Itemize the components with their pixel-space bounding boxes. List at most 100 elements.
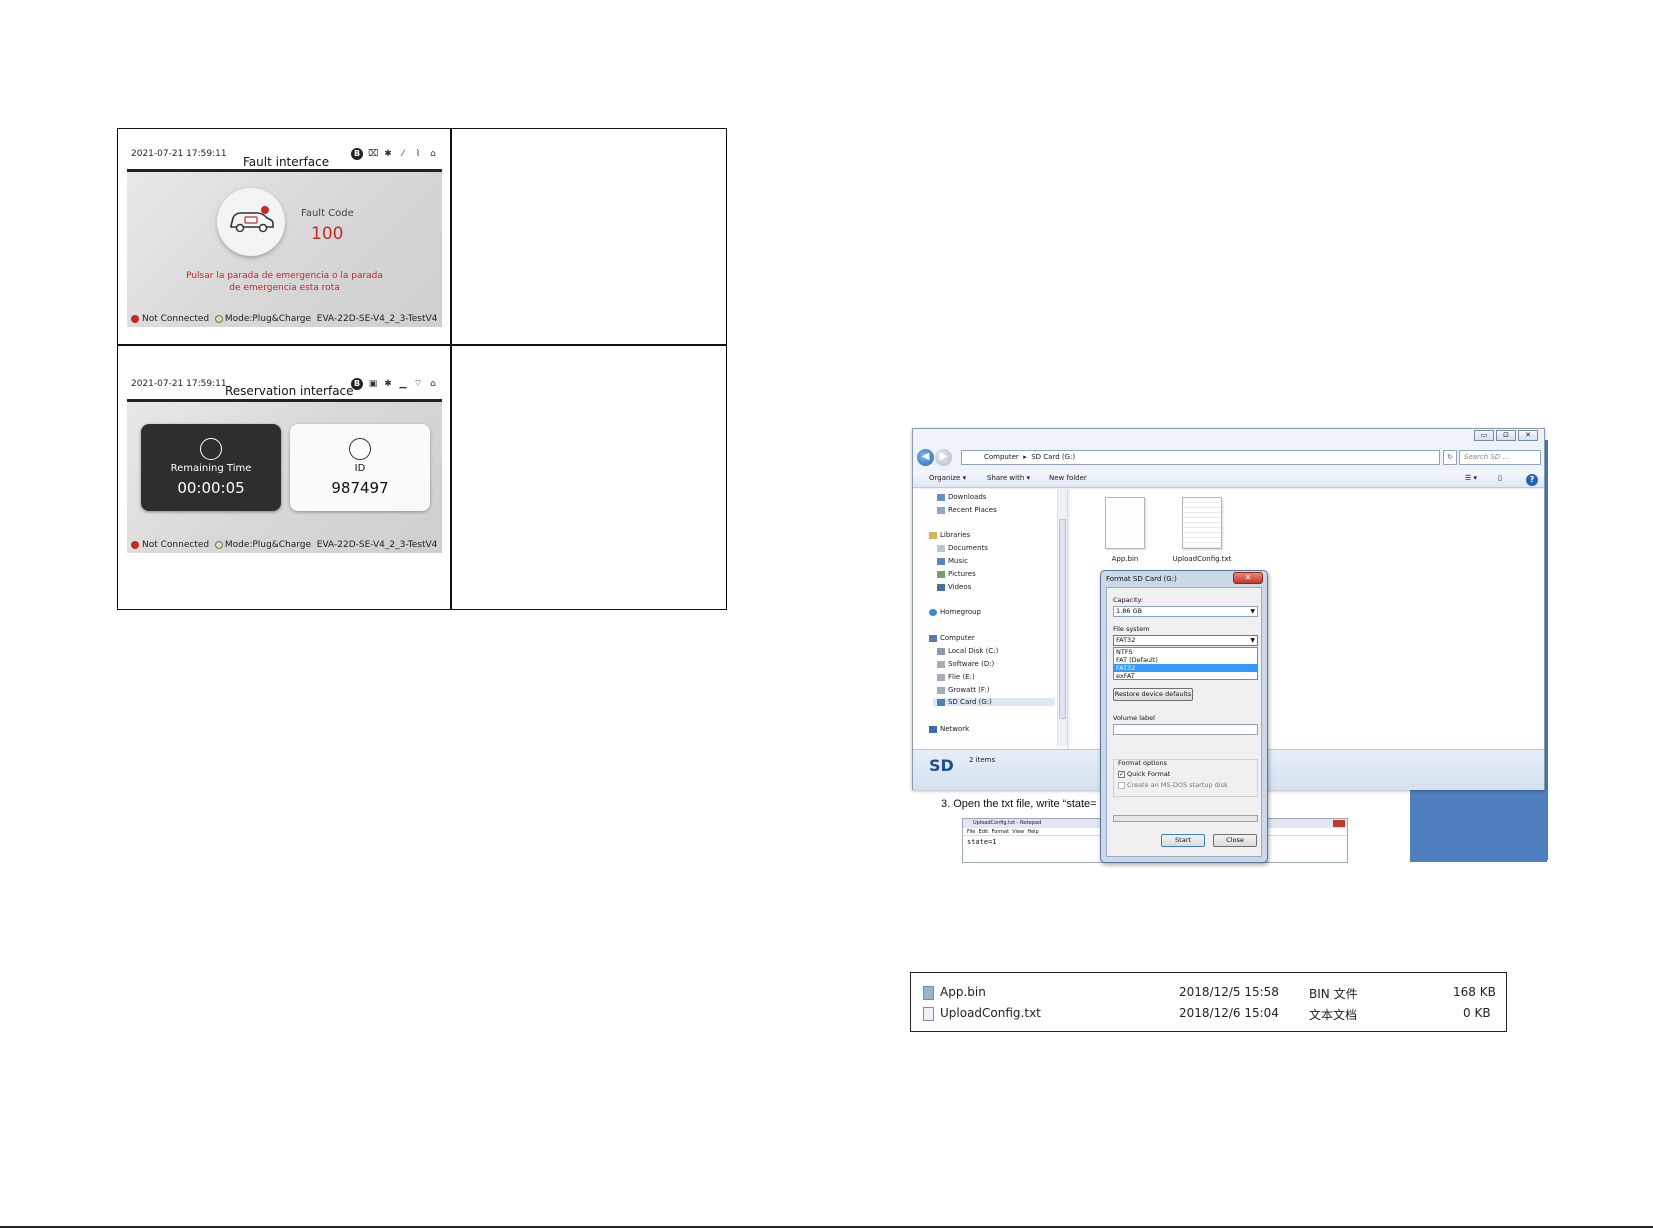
capacity-label: Capacity: [1113,596,1144,604]
file-item[interactable]: UploadConfig.txt [1167,497,1237,563]
nav-item-documents[interactable]: Documents [937,544,988,552]
preview-pane-icon[interactable]: ▯ [1498,474,1502,482]
recent-places-icon [937,506,945,514]
menu-view[interactable]: View [1012,829,1024,835]
volume-label-input[interactable] [1113,724,1258,735]
file-item[interactable]: App.bin [1095,497,1155,563]
file-list: App.bin 2018/12/5 15:58 BIN 文件 168 KB Up… [910,972,1507,1032]
file-date: 2018/12/6 15:04 [1179,1006,1279,1020]
close-icon[interactable] [1333,820,1345,827]
close-button[interactable]: Close [1213,834,1257,847]
restore-defaults-button[interactable]: Restore device defaults [1113,688,1193,701]
file-type: 文本文档 [1309,1008,1358,1022]
table-row[interactable]: App.bin 2018/12/5 15:58 BIN 文件 168 KB [923,983,1503,1003]
view-options-icon[interactable]: ☰ ▾ [1465,474,1477,482]
screen-title: Reservation interface [225,384,354,398]
file-name: UploadConfig.txt [923,1006,1041,1021]
nav-item-recent-places[interactable]: Recent Places [937,506,997,514]
nav-item-pictures[interactable]: Pictures [937,570,976,578]
wifi-icon: ⌔ [413,379,423,389]
new-folder-button[interactable]: New folder [1049,474,1087,482]
dialog-close-icon[interactable]: ✕ [1233,572,1263,584]
nav-item-downloads[interactable]: Downloads [937,493,986,501]
close-button[interactable]: ✕ [1518,430,1538,441]
maximize-button[interactable]: ⊡ [1496,430,1516,441]
search-input[interactable]: Search SD ... [1459,450,1541,465]
dropdown-option-fat[interactable]: FAT (Default) [1114,656,1257,664]
back-arrow-icon[interactable]: ◀ [917,449,934,466]
organize-button[interactable]: Organize ▾ [929,474,966,482]
id-card: ID 987497 [290,424,430,511]
msdos-disk-checkbox[interactable]: Create an MS-DOS startup disk [1118,781,1228,789]
table-row[interactable]: UploadConfig.txt 2018/12/6 15:04 文本文档 0 … [923,1004,1503,1024]
forward-arrow-icon[interactable]: ▶ [935,449,952,466]
nav-item-libraries[interactable]: Libraries [929,531,970,539]
checkbox-icon [1118,781,1125,789]
scrollbar-thumb[interactable] [1059,519,1066,719]
car-fault-icon [217,188,285,256]
dropdown-option-fat32[interactable]: FAT32 [1114,664,1257,672]
table-divider-vertical [450,129,452,609]
menu-format[interactable]: Format [991,829,1009,835]
nav-item-computer[interactable]: Computer [929,634,975,642]
drive-icon [937,660,945,668]
help-icon[interactable]: ? [1526,474,1538,486]
step-3-instruction: 3. Open the txt file, write “state= [941,798,1097,810]
volume-label-label: Volume label [1113,714,1155,722]
start-button[interactable]: Start [1161,834,1205,847]
nav-item-disk-d[interactable]: Software (D:) [937,660,994,668]
text-file-icon [923,1006,934,1021]
connection-status: Not Connected [142,314,210,324]
nav-item-music[interactable]: Music [937,557,968,565]
fault-panel: Fault Code 100 Pulsar la parada de emerg… [127,172,442,327]
menu-file[interactable]: File [967,829,975,835]
charger-icon: ▣ [368,379,378,389]
refresh-icon[interactable]: ↻ [1443,450,1457,465]
dropdown-option-ntfs[interactable]: NTFS [1114,648,1257,656]
firmware-version: EVA-22D-SE-V4_2_3-TestV4 [316,314,438,324]
file-system-select[interactable]: FAT32 ▼ [1113,635,1258,646]
breadcrumb-computer[interactable]: Computer [984,453,1019,461]
format-options-group: Format options ✓ Quick Format Create an M… [1113,759,1258,797]
nav-item-disk-e[interactable]: Flie (E:) [937,673,975,681]
signal-icon: ▁ [399,379,407,389]
nav-label: Growatt (F:) [948,686,990,694]
file-name: App.bin [1111,555,1139,563]
nav-label: SD Card (G:) [948,698,992,706]
nav-item-videos[interactable]: Videos [937,583,971,591]
computer-icon [929,634,937,642]
videos-icon [937,583,945,591]
homegroup-icon [929,608,937,616]
dropdown-option-exfat[interactable]: exFAT [1114,672,1257,680]
address-bar[interactable]: Computer ▸ SD Card (G:) [961,450,1440,465]
menu-help[interactable]: Help [1027,829,1038,835]
ethernet-icon: ⌂ [430,379,436,389]
globe-icon [214,314,223,323]
nav-item-sd-card[interactable]: SD Card (G:) [933,698,1055,706]
user-icon [349,438,371,460]
quick-format-checkbox[interactable]: ✓ Quick Format [1118,770,1170,778]
nav-scrollbar[interactable] [1057,489,1067,747]
nav-item-disk-c[interactable]: Local Disk (C:) [937,647,998,655]
menu-edit[interactable]: Edit [979,829,989,835]
nav-item-network[interactable]: Network [929,725,969,733]
charger-off-icon: ⌧ [368,149,379,159]
nav-item-homegroup[interactable]: Homegroup [929,608,981,616]
breadcrumb-sd-card[interactable]: SD Card (G:) [1031,453,1075,461]
status-footer: Not Connected Mode:Plug&Charge EVA-22D-S… [131,314,437,324]
chevron-down-icon: ▼ [1250,637,1255,644]
background-blue-block [1410,790,1547,862]
nav-item-disk-f[interactable]: Growatt (F:) [937,686,989,694]
nav-label: Libraries [940,531,971,539]
status-icons: B ⌧ ✱ ⁄ ⌇ ⌂ [351,148,438,160]
sd-card-icon [937,698,945,706]
share-with-button[interactable]: Share with ▾ [987,474,1030,482]
chevron-down-icon: ▼ [1250,608,1255,615]
fault-code-value: 100 [311,224,344,244]
nav-label: Network [940,725,970,733]
music-icon [937,557,945,565]
reservation-panel: Remaining Time 00:00:05 ID 987497 Not Co… [127,402,442,553]
file-system-dropdown: NTFS FAT (Default) FAT32 exFAT [1113,647,1258,680]
capacity-select[interactable]: 1.86 GB ▼ [1113,606,1258,617]
minimize-button[interactable]: ▭ [1474,430,1494,441]
